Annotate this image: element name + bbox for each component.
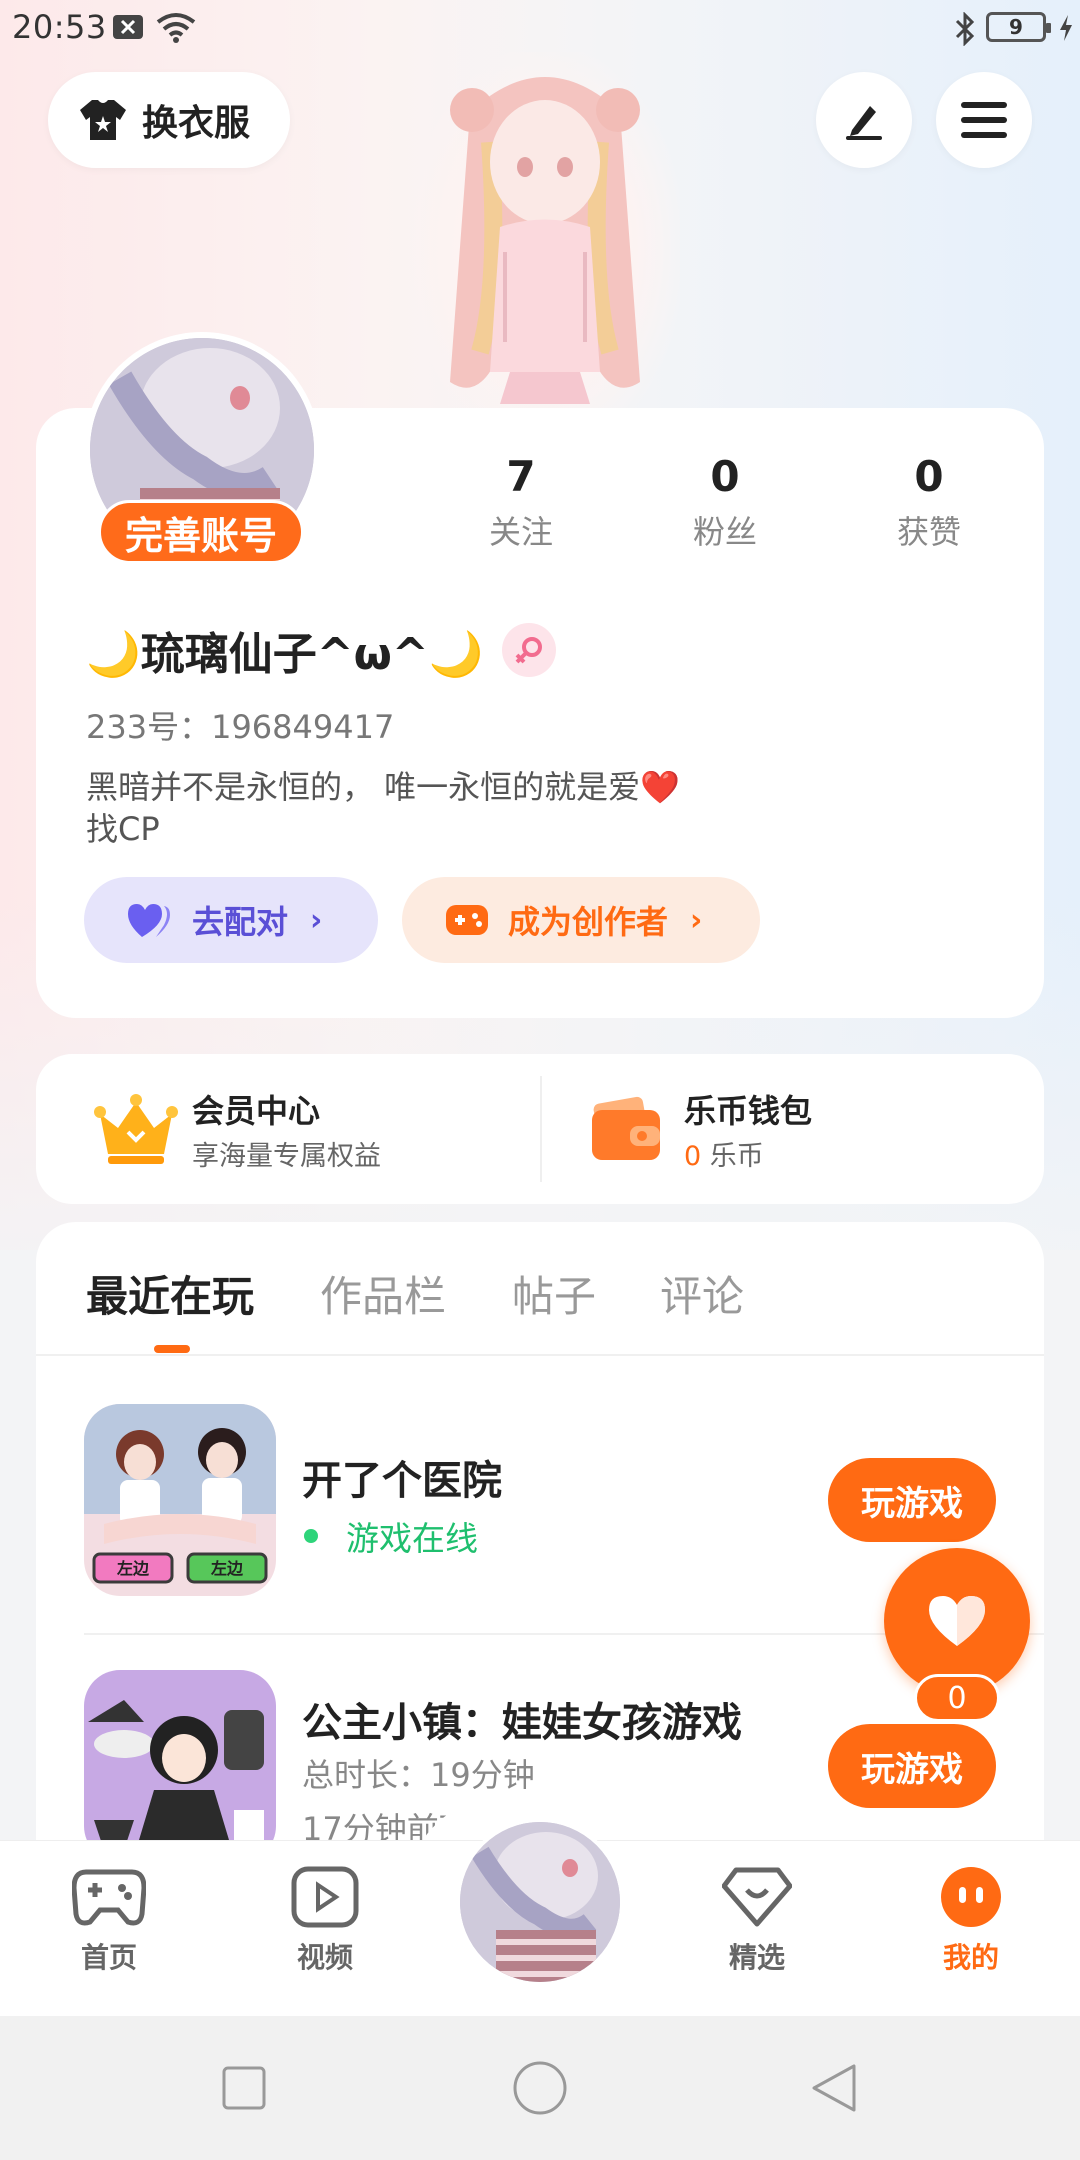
change-outfit-button[interactable]: 换衣服 [48,72,290,168]
nav-home[interactable]: 首页 [34,1866,184,1976]
game-title-1[interactable]: 开了个医院 [302,1448,502,1506]
tab-posts[interactable]: 帖子 [512,1263,596,1324]
stat-likes-value: 0 [914,452,944,501]
stat-following-value: 7 [506,452,536,501]
charging-icon [1060,15,1072,41]
complete-account-button[interactable]: 完善账号 [98,500,304,564]
bio-line-2: 找CP [86,810,160,848]
chevron-right-icon: › [690,902,703,938]
gamepad-icon [446,905,488,935]
become-creator-label: 成为创作者 [508,903,669,941]
stat-followers-label: 粉丝 [692,513,757,551]
become-creator-button[interactable]: 成为创作者 › [402,877,760,963]
menu-button[interactable] [936,72,1032,168]
play-game-button[interactable]: 玩游戏 [828,1458,996,1542]
wallet-unit: 乐币 [701,1141,764,1172]
notification-icon [113,15,143,39]
member-center-entry[interactable]: 会员中心 享海量专属权益 [36,1054,540,1204]
online-dot-icon [304,1529,318,1543]
match-button[interactable]: 去配对 › [84,877,378,963]
stat-following[interactable]: 7 关注 [446,452,596,553]
status-time: 20:53 [12,8,107,46]
bio-line-1: 黑暗并不是永恒的， 唯一永恒的就是爱❤️ [86,768,681,806]
member-center-subtitle: 享海量专属权益 [192,1141,381,1172]
game-status-text: 游戏在线 [346,1519,478,1558]
wallet-amount: 0 [684,1141,702,1172]
user-id: 233号：196849417 [86,708,395,746]
nickname-row: 🌙琉璃仙子^ω^🌙 [86,618,556,682]
pencil-icon [846,106,882,140]
game-total-time: 总时长：19分钟 [302,1756,535,1794]
system-navigation-bar [0,2016,1080,2160]
game-icon-tag-right: 左边 [210,1559,244,1578]
wallet-balance: 0 乐币 [684,1134,764,1173]
tab-comments[interactable]: 评论 [660,1263,744,1324]
change-outfit-label: 换衣服 [142,103,251,144]
stat-followers-value: 0 [710,452,740,501]
tab-works[interactable]: 作品栏 [320,1263,446,1324]
stat-followers[interactable]: 0 粉丝 [650,452,800,553]
like-count: 0 [914,1674,1000,1722]
game-icon-princess-town[interactable] [84,1670,276,1862]
character-illustration[interactable] [410,52,680,410]
heart-icon [929,1596,985,1646]
nickname: 🌙琉璃仙子^ω^🌙 [86,629,484,680]
nav-featured[interactable]: 精选 [682,1866,832,1976]
member-center-title: 会员中心 [192,1092,321,1130]
bio: 黑暗并不是永恒的， 唯一永恒的就是爱❤️ 找CP [86,766,786,850]
wallet-icon [592,1096,660,1160]
match-button-label: 去配对 [192,903,289,941]
hamburger-menu-icon [961,102,1007,138]
stat-likes-label: 获赞 [896,513,961,551]
game-status-1: 游戏在线 [302,1512,478,1560]
back-triangle-icon[interactable] [810,2062,858,2114]
shirt-icon [80,100,126,140]
nav-center-avatar[interactable] [456,1818,624,1986]
tab-divider [36,1354,1044,1356]
edit-profile-button[interactable] [816,72,912,168]
mine-face-icon [941,1867,1001,1927]
status-bar: 20:53 9 [0,0,1080,56]
bluetooth-icon [955,12,975,46]
tab-recently-played[interactable]: 最近在玩 [86,1263,254,1324]
recent-apps-icon[interactable] [222,2066,266,2110]
stat-following-label: 关注 [488,513,553,551]
chevron-right-icon: › [310,902,323,938]
battery-indicator: 9 [986,12,1051,42]
nav-video-label: 视频 [296,1941,353,1974]
nav-home-label: 首页 [80,1941,137,1974]
game-title-2[interactable]: 公主小镇：娃娃女孩游戏 [302,1690,742,1748]
gamepad-icon [71,1869,147,1926]
stat-likes[interactable]: 0 获赞 [854,452,1004,553]
video-play-icon [291,1866,359,1928]
hearts-icon [128,904,170,937]
nav-featured-label: 精选 [728,1941,785,1974]
heart-diamond-icon [721,1867,793,1927]
crown-icon [94,1094,178,1164]
wifi-icon [156,13,196,43]
active-tab-indicator [154,1345,190,1353]
home-circle-icon[interactable] [512,2060,568,2116]
nav-mine-label: 我的 [942,1941,999,1974]
nav-mine[interactable]: 我的 [896,1866,1046,1976]
female-gender-icon [501,623,556,677]
like-button[interactable] [884,1548,1030,1694]
wallet-title: 乐币钱包 [684,1092,813,1130]
game-icon-hospital[interactable]: 左边 左边 [84,1404,276,1596]
wallet-entry[interactable]: 乐币钱包 0 乐币 [540,1054,1044,1204]
nav-video[interactable]: 视频 [250,1866,400,1976]
game-icon-tag-left: 左边 [116,1559,150,1578]
play-game-button[interactable]: 玩游戏 [828,1724,996,1808]
